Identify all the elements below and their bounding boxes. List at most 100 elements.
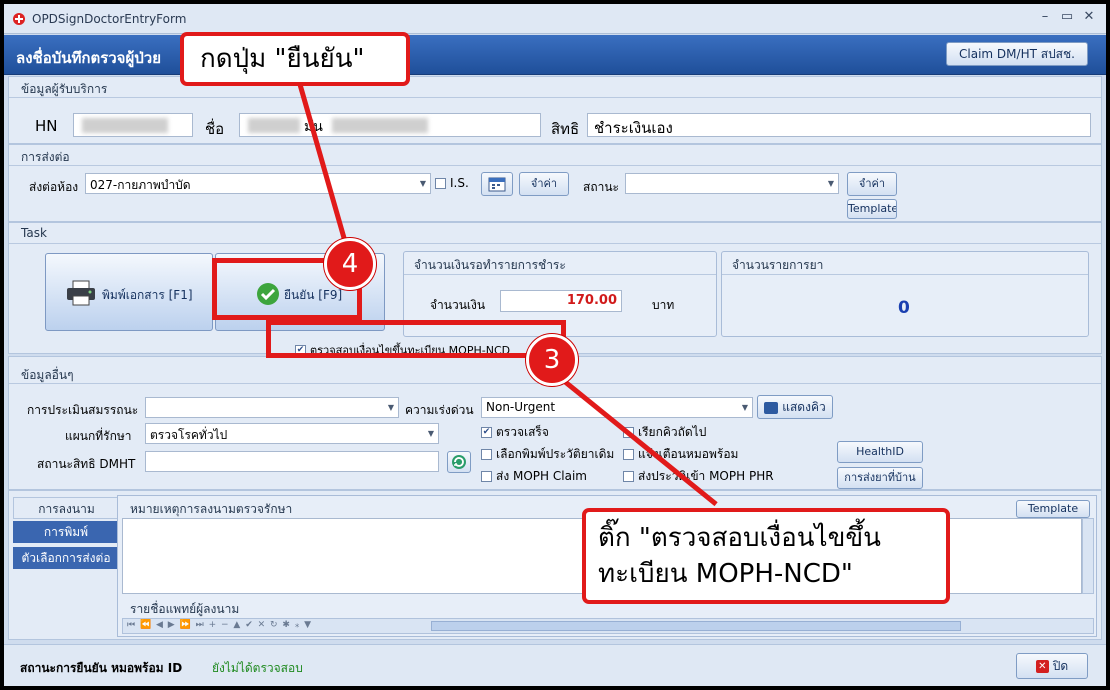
check-mohprompt-alert[interactable]: แจ้งเตือนหมอพร้อม: [623, 445, 738, 464]
is-checkbox-box[interactable]: [435, 177, 446, 189]
refresh-icon: [452, 455, 466, 469]
step-4-badge: 4: [324, 238, 376, 290]
room-value: 027-กายภาพบำบัด: [90, 178, 191, 192]
close-icon: ✕: [1035, 660, 1049, 673]
blurred-name-part: [248, 118, 300, 133]
callout-tick-ncd: ติ๊ก "ตรวจสอบเงื่อนไขขึ้น ทะเบียน MOPH-N…: [582, 508, 950, 604]
referral-template-button[interactable]: Template: [847, 199, 897, 219]
print-documents-button[interactable]: พิมพ์เอกสาร [F1]: [45, 253, 213, 331]
navigator-icons[interactable]: ⏮ ⏪ ◀ ▶ ⏩ ⏭ + − ▲ ✔ ✕ ↻ ✱ ⁎ ▼: [127, 620, 312, 630]
tab-referral-options[interactable]: ตัวเลือกการส่งต่อ: [13, 547, 119, 569]
app-icon: [13, 13, 25, 25]
window-title: OPDSignDoctorEntryForm: [32, 12, 187, 26]
doctor-list-title: รายชื่อแพทย์ผู้ลงนาม: [130, 602, 240, 616]
send-drug-home-button[interactable]: การส่งยาที่บ้าน: [837, 467, 923, 489]
urgency-value: Non-Urgent: [486, 400, 556, 414]
status-select[interactable]: ▼: [625, 173, 839, 194]
close-form-label: ปิด: [1052, 659, 1069, 673]
check-moph-phr-box[interactable]: [623, 471, 634, 482]
patient-section: ข้อมูลผู้รับบริการ HN ชื่อ มัน สิทธิ ชำร…: [8, 76, 1102, 144]
dept-select[interactable]: ตรวจโรคทั่วไป ▼: [145, 423, 439, 444]
hn-field[interactable]: [73, 113, 193, 137]
assessment-select[interactable]: ▼: [145, 397, 399, 418]
remember-status-button[interactable]: จำค่า: [847, 172, 897, 196]
room-select[interactable]: 027-กายภาพบำบัด ▼: [85, 173, 431, 194]
status-label: สถานะ: [583, 180, 619, 194]
calendar-button[interactable]: [481, 172, 513, 196]
urgency-label: ความเร่งด่วน: [405, 403, 474, 417]
calendar-icon: [488, 177, 506, 192]
form-header: ลงชื่อบันทึกตรวจผู้ป่วย Claim DM/HT สปสช…: [4, 35, 1106, 75]
name-label: ชื่อ: [205, 120, 225, 138]
show-queue-button[interactable]: แสดงคิว: [757, 395, 833, 419]
show-queue-label: แสดงคิว: [782, 400, 826, 414]
refresh-button[interactable]: [447, 451, 471, 473]
task-section-title: Task: [21, 226, 47, 240]
step-3-badge: 3: [526, 334, 578, 386]
dmht-label: สถานะสิทธิ DMHT: [37, 457, 136, 471]
check-exam-done-box[interactable]: ✔: [481, 427, 492, 438]
confirm-status-label: สถานะการยืนยัน หมอพร้อม ID: [20, 661, 183, 675]
chevron-down-icon: ▼: [741, 403, 748, 412]
check-moph-claim[interactable]: ส่ง MOPH Claim: [481, 467, 587, 486]
referral-section: การส่งต่อ ส่งต่อห้อง 027-กายภาพบำบัด ▼ I…: [8, 144, 1102, 222]
check-print-history-label: เลือกพิมพ์ประวัติยาเดิม: [496, 447, 615, 461]
right-field[interactable]: ชำระเงินเอง: [587, 113, 1091, 137]
check-exam-done-label: ตรวจเสร็จ: [496, 425, 549, 439]
status-bar: สถานะการยืนยัน หมอพร้อม ID ยังไม่ได้ตรวจ…: [4, 644, 1106, 686]
printer-icon: [67, 280, 95, 306]
check-moph-phr-label: ส่งประวัติเข้า MOPH PHR: [638, 469, 774, 483]
horizontal-scrollbar[interactable]: [431, 621, 961, 631]
close-form-button[interactable]: ✕ ปิด: [1016, 653, 1088, 679]
room-label: ส่งต่อห้อง: [29, 180, 79, 194]
check-print-history[interactable]: เลือกพิมพ์ประวัติยาเดิม: [481, 445, 614, 464]
drug-count-panel: จำนวนรายการยา 0: [721, 251, 1089, 337]
chevron-down-icon: ▼: [427, 429, 434, 438]
notes-scrollbar[interactable]: [1082, 518, 1094, 594]
callout-tick-ncd-line2: ทะเบียน MOPH-NCD": [598, 559, 853, 589]
check-moph-claim-label: ส่ง MOPH Claim: [496, 469, 587, 483]
chevron-down-icon: ▼: [827, 179, 834, 188]
callout-tick-ncd-line1: ติ๊ก "ตรวจสอบเงื่อนไขขึ้น: [598, 523, 881, 553]
urgency-select[interactable]: Non-Urgent ▼: [481, 397, 753, 418]
drug-panel-title: จำนวนรายการยา: [732, 258, 824, 272]
remember-room-button[interactable]: จำค่า: [519, 172, 569, 196]
doctor-grid-navigator[interactable]: ⏮ ⏪ ◀ ▶ ⏩ ⏭ + − ▲ ✔ ✕ ↻ ✱ ⁎ ▼: [122, 618, 1094, 634]
title-bar: OPDSignDoctorEntryForm – ▭ ✕: [4, 4, 1106, 34]
form-title: ลงชื่อบันทึกตรวจผู้ป่วย: [16, 49, 161, 67]
is-checkbox[interactable]: I.S.: [435, 176, 469, 190]
hn-label: HN: [35, 117, 58, 135]
print-button-label: พิมพ์เอกสาร [F1]: [102, 288, 193, 302]
check-moph-phr[interactable]: ส่งประวัติเข้า MOPH PHR: [623, 467, 774, 486]
claim-dmht-button[interactable]: Claim DM/HT สปสช.: [946, 42, 1088, 66]
minimize-button[interactable]: –: [1034, 9, 1056, 24]
check-print-history-box[interactable]: [481, 449, 492, 460]
tab-printing[interactable]: การพิมพ์: [13, 521, 119, 543]
check-mohprompt-alert-box[interactable]: [623, 449, 634, 460]
assessment-label: การประเมินสมรรถนะ: [27, 403, 139, 417]
tab-signature[interactable]: การลงนาม: [13, 497, 119, 519]
right-label: สิทธิ: [551, 120, 580, 138]
check-moph-claim-box[interactable]: [481, 471, 492, 482]
maximize-button[interactable]: ▭: [1056, 9, 1078, 24]
dept-label: แผนกที่รักษา: [65, 429, 132, 443]
dept-value: ตรวจโรคทั่วไป: [150, 428, 228, 442]
confirm-status-value: ยังไม่ได้ตรวจสอบ: [212, 661, 303, 675]
payment-panel-title: จำนวนเงินรอทำรายการชำระ: [414, 258, 566, 272]
notes-title: หมายเหตุการลงนามตรวจรักษา: [130, 502, 293, 516]
dmht-field[interactable]: [145, 451, 439, 472]
name-field[interactable]: มัน: [239, 113, 541, 137]
amount-label: จำนวนเงิน: [430, 298, 486, 312]
currency-label: บาท: [652, 298, 675, 312]
chevron-down-icon: ▼: [419, 179, 426, 188]
check-exam-done[interactable]: ✔ ตรวจเสร็จ: [481, 423, 549, 442]
notes-template-button[interactable]: Template: [1016, 500, 1090, 518]
check-next-queue-label: เรียกคิวถัดไป: [638, 425, 707, 439]
callout-press-confirm: กดปุ่ม "ยืนยัน": [180, 32, 410, 86]
drug-count-value: 0: [898, 298, 910, 318]
blurred-hn: [82, 118, 168, 133]
highlight-ncd-checkbox: [266, 320, 566, 358]
amount-field: 170.00: [500, 290, 622, 312]
close-window-button[interactable]: ✕: [1078, 9, 1100, 24]
healthid-button[interactable]: HealthID: [837, 441, 923, 463]
